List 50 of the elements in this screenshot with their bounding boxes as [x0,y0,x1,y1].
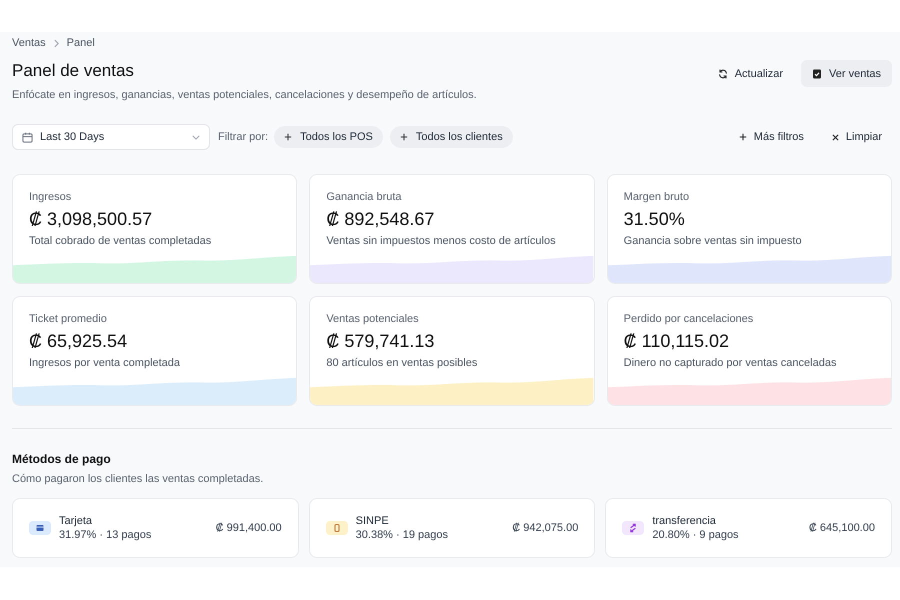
section-subtitle: Cómo pagaron los clientes las ventas completadas. [12,472,264,486]
metric-label: Ganancia bruta [326,190,403,204]
metric-label: Ticket promedio [29,312,108,326]
refresh-icon [718,68,728,78]
metric-description: Ingresos por venta completada [29,356,182,370]
metric-value: ₡ 110,115.02 [624,330,730,352]
more-filters-button[interactable]: Más filtros [728,125,814,149]
plus-icon [284,133,292,141]
clear-button[interactable]: Limpiar [822,125,892,149]
payment-amount: ₡ 942,075.00 [512,522,578,534]
payment-share: 31.97% · 13 pagos [59,528,152,542]
metric-description: 80 artículos en ventas posibles [326,356,478,370]
refresh-button[interactable]: Actualizar [708,60,794,87]
metric-label: Margen bruto [624,190,690,204]
section-title: Métodos de pago [12,452,112,466]
filter-chip[interactable]: Todos los clientes [390,126,513,148]
metric-description: Ventas sin impuestos menos costo de artículos [326,234,557,248]
metric-label: Ventas potenciales [326,312,420,326]
metric-value: 31.50% [624,208,686,230]
page-title: Panel de ventas [12,60,135,82]
filter-label: Filtrar por: [218,131,268,143]
payment-amount: ₡ 991,400.00 [216,522,282,534]
chevron-right-icon [54,38,59,48]
metric-value: ₡ 579,741.13 [326,330,436,352]
view-sales-button[interactable]: Ver ventas [801,60,892,87]
page-subtitle: Enfócate en ingresos, ganancias, ventas potenciales, cancelaciones y desempeño de artículos. [12,88,477,102]
metric-label: Perdido por cancelaciones [624,312,754,326]
filter-chip[interactable]: Todos los POS [274,126,383,148]
metric-label: Ingresos [29,190,72,204]
date-range-dropdown[interactable]: Last 30 Days [12,124,210,150]
metric-value: ₡ 892,548.67 [326,208,436,230]
payment-method-name: SINPE [356,514,390,528]
metric-description: Dinero no capturado por ventas canceladas [624,356,838,370]
metric-description: Total cobrado de ventas completadas [29,234,212,248]
chevron-down-icon [192,134,200,140]
breadcrumb-current: Panel [66,36,95,50]
close-icon [832,134,839,140]
payment-share: 20.80% · 9 pagos [652,528,740,542]
check-square-icon [812,68,822,78]
payment-share: 30.38% · 19 pagos [356,528,450,542]
plus-icon [738,133,747,141]
payment-method-name: transferencia [652,514,717,528]
breadcrumb-link[interactable]: Ventas [12,36,46,50]
payment-amount: ₡ 645,100.00 [808,522,875,534]
payment-method-name: Tarjeta [59,514,94,528]
metric-description: Ganancia sobre ventas sin impuesto [624,234,803,248]
metric-value: ₡ 65,925.54 [29,330,128,352]
metric-value: ₡ 3,098,500.57 [29,208,154,230]
calendar-icon [22,132,33,142]
plus-icon [400,133,408,141]
